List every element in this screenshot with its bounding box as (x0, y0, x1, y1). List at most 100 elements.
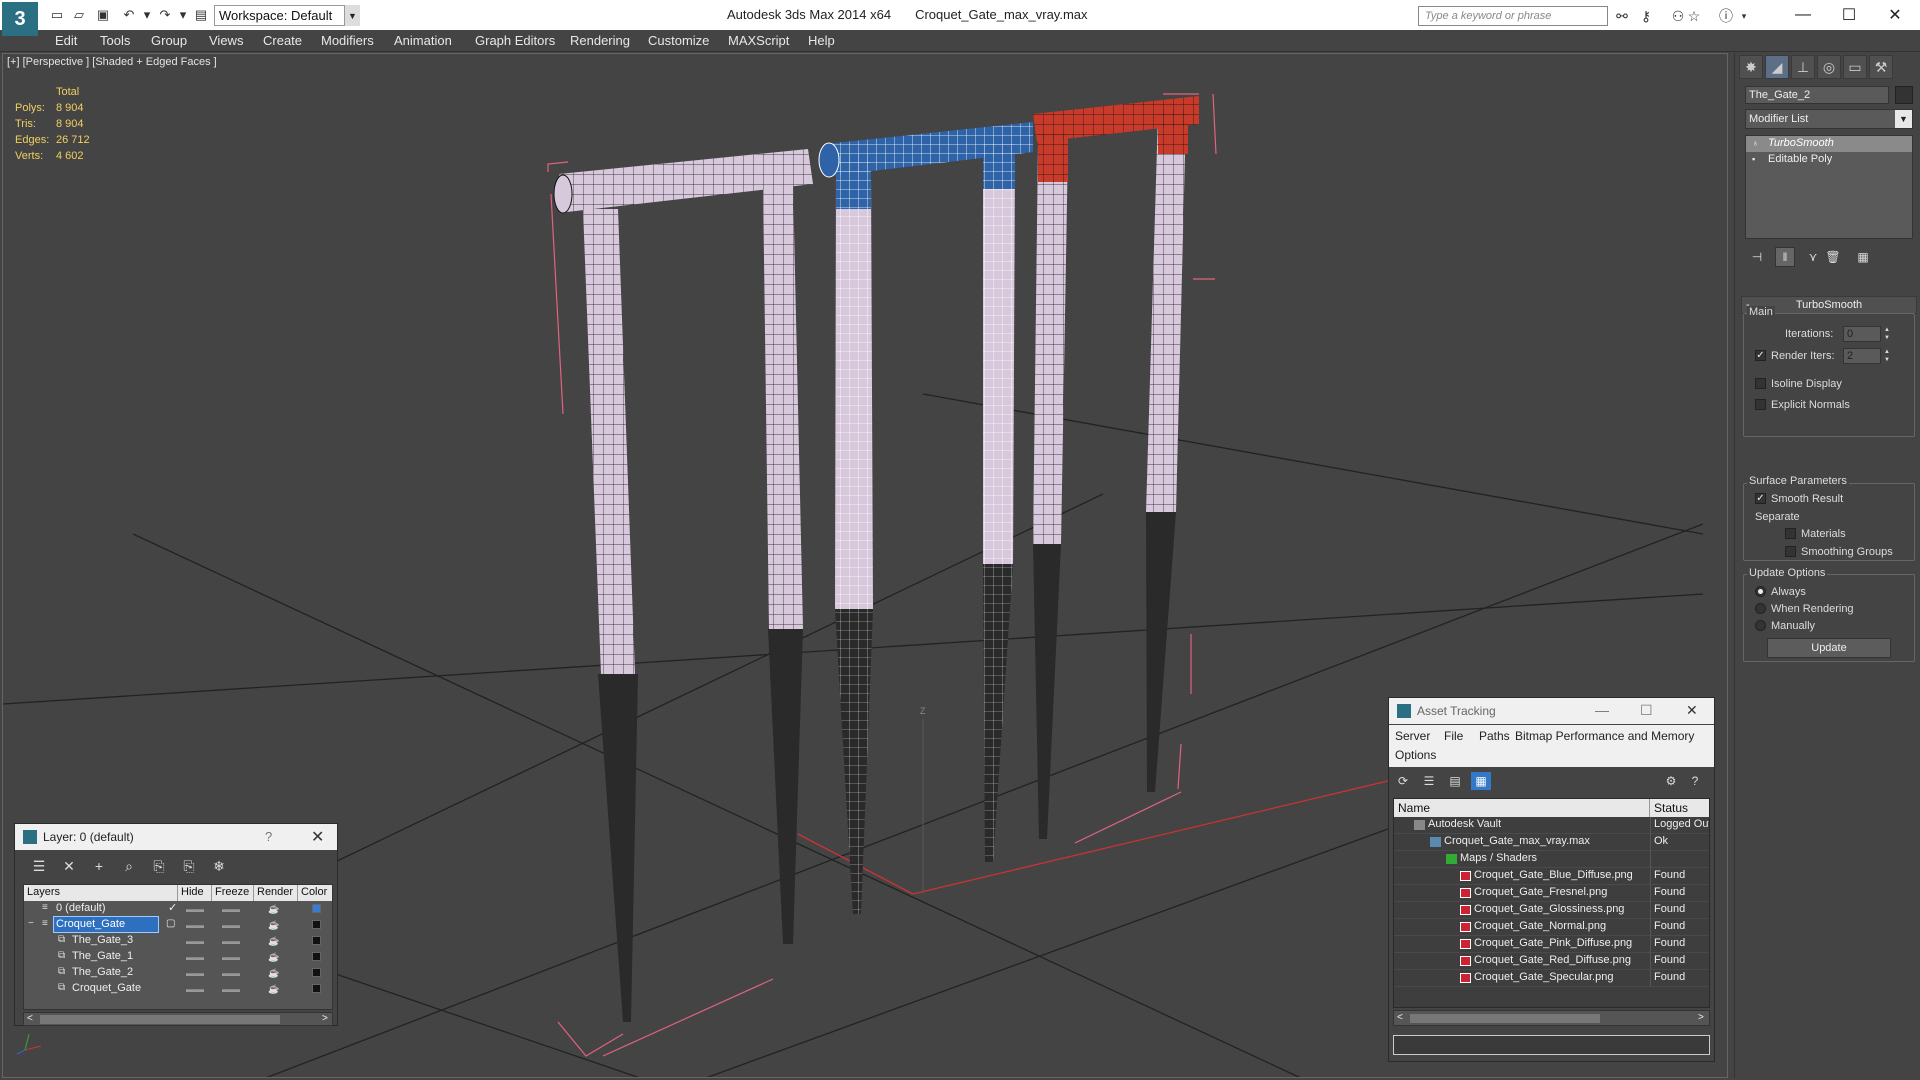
menu-group[interactable]: Group (151, 33, 187, 48)
layer-name[interactable]: The_Gate_1 (70, 949, 135, 964)
hierarchy-tab-icon[interactable]: ⊥ (1791, 55, 1815, 79)
asset-menu-file[interactable]: File (1444, 729, 1463, 743)
viewport-label[interactable]: [+] [Perspective ] [Shaded + Edged Faces… (7, 56, 217, 68)
object-color-swatch[interactable] (1895, 86, 1913, 104)
layer-row[interactable]: ⧉ The_Gate_1 ▬▬ ▬▬ ☕ (24, 949, 332, 965)
render-iters-checkbox[interactable]: ✓ (1755, 350, 1766, 361)
list-view-icon[interactable]: ☰ (1419, 772, 1439, 790)
materials-checkbox[interactable] (1785, 528, 1796, 539)
column-header-layers[interactable]: Layers (24, 885, 178, 901)
close-icon[interactable]: ✕ (311, 827, 324, 847)
column-header-render[interactable]: Render (254, 885, 298, 901)
layer-row[interactable]: ⧉ The_Gate_3 ▬▬ ▬▬ ☕ (24, 933, 332, 949)
menu-customize[interactable]: Customize (648, 33, 709, 48)
close-icon[interactable]: ✕ (1686, 702, 1698, 719)
select-objects-icon[interactable]: ⌕ (119, 856, 139, 876)
freeze-toggle[interactable]: ▬▬ (222, 920, 240, 930)
vault-help-icon[interactable]: ? (1685, 772, 1705, 790)
help-icon[interactable]: ? (265, 829, 272, 844)
layer-name[interactable]: Croquet_Gate (53, 916, 159, 933)
smooth-result-checkbox[interactable]: ✓ (1755, 493, 1766, 504)
undo-icon[interactable]: ↶ (120, 6, 138, 24)
menu-create[interactable]: Create (263, 33, 302, 48)
asset-horizontal-scrollbar[interactable]: < > (1393, 1010, 1710, 1026)
vault-settings-icon[interactable]: ⚙ (1661, 772, 1681, 790)
minimize-icon[interactable]: — (1780, 2, 1826, 28)
asset-menu-paths[interactable]: Paths (1479, 729, 1510, 743)
hide-toggle[interactable]: ▬▬ (186, 904, 204, 914)
maximize-icon[interactable]: ☐ (1640, 702, 1653, 719)
object-name-field[interactable]: The_Gate_2 (1745, 86, 1889, 104)
workspace-dropdown[interactable]: Workspace: Default (214, 5, 360, 26)
layer-name[interactable]: The_Gate_3 (70, 933, 135, 948)
layer-color-swatch[interactable] (312, 936, 321, 945)
layer-color-swatch[interactable] (312, 904, 321, 913)
spinner-arrows-icon[interactable]: ▲ ▼ (1883, 348, 1891, 364)
motion-tab-icon[interactable]: ◎ (1817, 55, 1841, 79)
asset-row[interactable]: Croquet_Gate_Specular.png Found (1394, 970, 1709, 987)
asset-path-field[interactable] (1393, 1035, 1710, 1055)
asset-menu-options[interactable]: Options (1395, 748, 1436, 762)
freeze-toggle[interactable]: ▬▬ (222, 936, 240, 946)
create-tab-icon[interactable]: ✸ (1739, 55, 1763, 79)
app-logo-button[interactable]: 3 (2, 2, 38, 36)
column-header-freeze[interactable]: Freeze (212, 885, 254, 901)
save-file-icon[interactable]: ▣ (94, 6, 112, 24)
asset-row[interactable]: Croquet_Gate_Red_Diffuse.png Found (1394, 953, 1709, 970)
binoculars-icon[interactable]: ⚯ (1612, 6, 1632, 26)
layer-row[interactable]: ≡ 0 (default) ✓ ▬▬ ▬▬ ☕ (24, 901, 332, 917)
explicit-normals-checkbox[interactable] (1755, 399, 1766, 410)
column-header-status[interactable]: Status (1650, 799, 1709, 817)
stack-item-turbosmooth[interactable]: ♁ TurboSmooth (1746, 136, 1912, 152)
pin-stack-icon[interactable]: ⊣ (1747, 247, 1767, 267)
hide-toggle[interactable]: ▬▬ (186, 936, 204, 946)
minimize-icon[interactable]: — (1595, 702, 1609, 718)
freeze-toggle[interactable]: ▬▬ (222, 904, 240, 914)
column-header-color[interactable]: Color (298, 885, 332, 901)
render-teapot-icon[interactable]: ☕ (268, 904, 279, 915)
hide-all-layers-icon[interactable]: ⎘ (179, 856, 199, 876)
update-button[interactable]: Update (1767, 638, 1891, 658)
menu-views[interactable]: Views (209, 33, 243, 48)
set-current-layer-icon[interactable]: ▢ (166, 918, 175, 929)
isoline-display-checkbox[interactable] (1755, 378, 1766, 389)
layer-color-swatch[interactable] (312, 952, 321, 961)
favorite-star-icon[interactable]: ☆ (1684, 6, 1704, 26)
column-header-hide[interactable]: Hide (178, 885, 212, 901)
layer-name[interactable]: Croquet_Gate (70, 981, 143, 996)
asset-row[interactable]: Maps / Shaders (1394, 851, 1709, 868)
render-teapot-icon[interactable]: ☕ (268, 952, 279, 963)
help-icon[interactable]: ⓘ (1716, 6, 1736, 26)
display-tab-icon[interactable]: ▭ (1843, 55, 1867, 79)
chevron-right-icon[interactable]: > (322, 1013, 328, 1024)
layer-dialog-titlebar[interactable]: Layer: 0 (default) ? ✕ (15, 824, 337, 850)
asset-row[interactable]: Croquet_Gate_Glossiness.png Found (1394, 902, 1709, 919)
expand-plus-icon[interactable]: ▪ (1752, 155, 1760, 164)
collapse-icon[interactable]: − (28, 918, 34, 929)
menu-help[interactable]: Help (808, 33, 835, 48)
render-teapot-icon[interactable]: ☕ (268, 936, 279, 947)
refresh-icon[interactable]: ⟳ (1393, 772, 1413, 790)
layer-row[interactable]: ⧉ Croquet_Gate ▬▬ ▬▬ ☕ (24, 981, 332, 997)
column-header-name[interactable]: Name (1394, 799, 1650, 817)
layer-name[interactable]: The_Gate_2 (70, 965, 135, 980)
chevron-right-icon[interactable]: > (1698, 1012, 1704, 1023)
asset-row[interactable]: Croquet_Gate_Normal.png Found (1394, 919, 1709, 936)
menu-modifiers[interactable]: Modifiers (321, 33, 374, 48)
asset-row[interactable]: Croquet_Gate_Pink_Diffuse.png Found (1394, 936, 1709, 953)
menu-edit[interactable]: Edit (55, 33, 77, 48)
project-folder-icon[interactable]: ▤ (192, 6, 210, 24)
hide-toggle[interactable]: ▬▬ (186, 968, 204, 978)
asset-menu-server[interactable]: Server (1395, 729, 1430, 743)
create-layer-icon[interactable]: ☰ (29, 856, 49, 876)
redo-dropdown-icon[interactable]: ▾ (174, 6, 192, 24)
highlight-layer-icon[interactable]: ⎘ (149, 856, 169, 876)
asset-row[interactable]: Autodesk Vault Logged Out (1394, 817, 1709, 834)
table-view-icon[interactable]: ▦ (1471, 772, 1491, 790)
menu-graph-editors[interactable]: Graph Editors (475, 33, 555, 48)
render-teapot-icon[interactable]: ☕ (268, 984, 279, 995)
hide-toggle[interactable]: ▬▬ (186, 984, 204, 994)
hide-toggle[interactable]: ▬▬ (186, 920, 204, 930)
layer-color-swatch[interactable] (312, 920, 321, 929)
remove-modifier-icon[interactable]: 🗑 (1823, 247, 1843, 267)
